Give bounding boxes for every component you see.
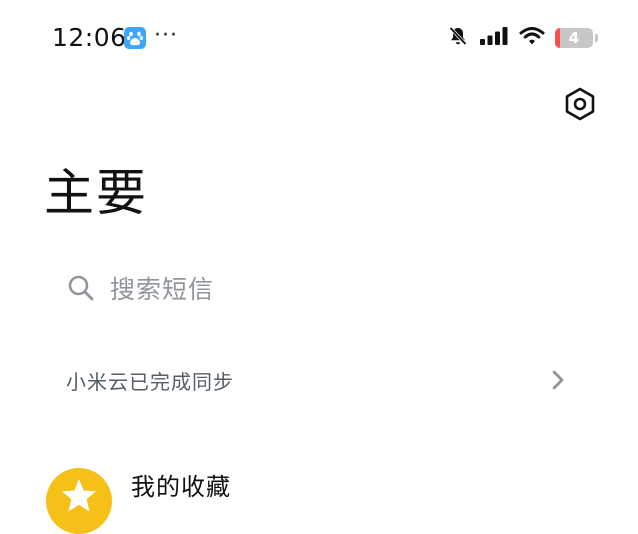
baidu-app-icon — [124, 27, 146, 49]
battery-level: 4 — [568, 29, 580, 47]
search-icon — [66, 273, 96, 303]
conversation-item-favorites[interactable]: 我的收藏 — [44, 462, 604, 534]
star-icon — [59, 468, 99, 521]
chevron-right-icon — [544, 366, 572, 394]
signal-icon — [479, 26, 509, 50]
battery-tip — [595, 34, 598, 42]
conversation-title: 我的收藏 — [131, 473, 231, 501]
avatar — [46, 468, 112, 534]
more-notifications-icon: ··· — [154, 23, 178, 48]
sync-status-row[interactable]: 小米云已完成同步 — [52, 352, 586, 408]
search-placeholder: 搜索短信 — [110, 275, 215, 304]
status-bar: 12:06 ··· 4 — [0, 0, 638, 76]
wifi-icon — [519, 26, 545, 50]
settings-hexagon-icon — [562, 86, 598, 126]
silent-bell-icon — [447, 25, 469, 51]
settings-button[interactable] — [560, 86, 600, 126]
status-time: 12:06 — [52, 23, 127, 52]
sync-status-label: 小米云已完成同步 — [66, 369, 234, 394]
status-icons: 4 — [447, 26, 598, 50]
search-bar[interactable]: 搜索短信 — [52, 262, 586, 314]
page-title: 主要 — [44, 164, 148, 222]
battery-icon: 4 — [555, 28, 593, 48]
